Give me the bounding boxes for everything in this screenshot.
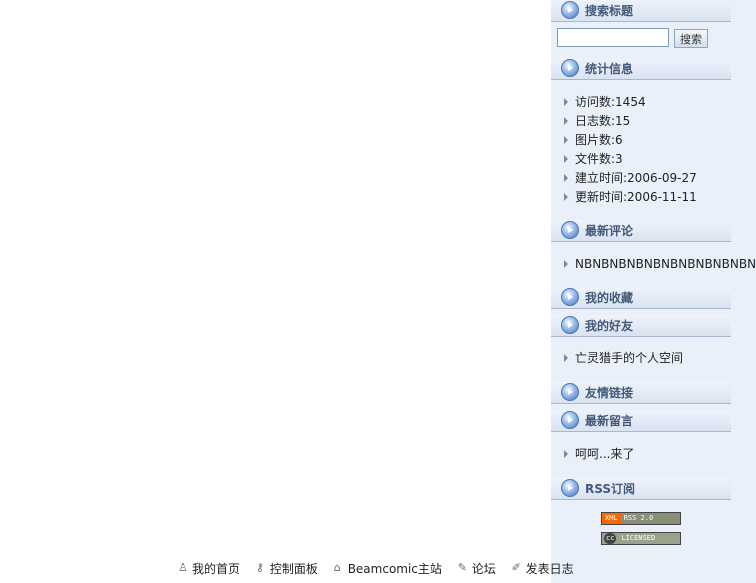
footer-link-main-site[interactable]: ⌂ Beamcomic主站	[334, 560, 442, 577]
key-icon: ⚷	[255, 561, 264, 574]
messages-section: 最新留言	[551, 410, 731, 432]
comments-section-title: 最新评论	[585, 224, 634, 238]
list-item: 访问数:1454	[551, 93, 756, 112]
stats-section-title: 统计信息	[585, 62, 634, 76]
friends-section: 我的好友	[551, 315, 731, 337]
play-orb-icon	[561, 221, 579, 239]
list-item: 图片数:6	[551, 131, 756, 150]
messages-section-title: 最新留言	[585, 414, 634, 428]
messages-list: 呵呵...来了	[551, 445, 756, 464]
cc-license-badge[interactable]: cc LICENSED	[601, 532, 681, 545]
footer-nav: ♙ 我的首页 ⚷ 控制面板 ⌂ Beamcomic主站 ✎ 论坛 ✐ 发表日志	[178, 560, 586, 576]
footer-link-control-panel[interactable]: ⚷ 控制面板	[256, 560, 318, 577]
sidebar: 搜索标题 搜索 统计信息 访问数:1454 日志数:15 图片数:6 文件数:3…	[551, 0, 756, 583]
search-section-title: 搜索标题	[585, 4, 634, 18]
rss-section: RSS订阅	[551, 478, 731, 500]
links-section-header[interactable]: 友情链接	[551, 382, 731, 404]
search-input[interactable]	[557, 28, 669, 47]
speech-bubble-icon: ✎	[457, 561, 467, 574]
list-item: 日志数:15	[551, 112, 756, 131]
stats-section: 统计信息	[551, 58, 731, 80]
favorites-section[interactable]: 我的收藏	[551, 287, 731, 309]
comments-list: NBNBNBNBNBNBNBNBNBNBN...	[551, 255, 756, 274]
friends-section-header: 我的好友	[551, 315, 731, 337]
friends-list: 亡灵猎手的个人空间	[551, 349, 756, 368]
cc-badge-text: LICENSED	[621, 534, 656, 542]
triangle-bullet-icon	[564, 260, 568, 268]
footer-link-new-post[interactable]: ✐ 发表日志	[512, 560, 574, 577]
play-orb-icon	[561, 411, 579, 429]
footer-link-home[interactable]: ♙ 我的首页	[178, 560, 240, 577]
friend-item[interactable]: 亡灵猎手的个人空间	[551, 349, 756, 368]
triangle-bullet-icon	[564, 98, 568, 106]
play-orb-icon	[561, 288, 579, 306]
triangle-bullet-icon	[564, 174, 568, 182]
play-orb-icon	[561, 59, 579, 77]
triangle-bullet-icon	[564, 136, 568, 144]
play-orb-icon	[561, 479, 579, 497]
rss-badge-version: RSS 2.0	[620, 513, 680, 524]
triangle-bullet-icon	[564, 155, 568, 163]
comment-item[interactable]: NBNBNBNBNBNBNBNBNBNBN...	[551, 255, 756, 274]
search-button[interactable]: 搜索	[674, 29, 708, 48]
links-section[interactable]: 友情链接	[551, 382, 731, 404]
play-orb-icon	[561, 1, 579, 19]
rss-section-title: RSS订阅	[585, 482, 635, 496]
rss-badge-xml: XML	[602, 513, 621, 524]
rss-section-header: RSS订阅	[551, 478, 731, 500]
play-orb-icon	[561, 316, 579, 334]
house-icon: ⌂	[333, 561, 341, 574]
triangle-bullet-icon	[564, 193, 568, 201]
links-section-title: 友情链接	[585, 386, 634, 400]
favorites-section-header[interactable]: 我的收藏	[551, 287, 731, 309]
footer-link-forum[interactable]: ✎ 论坛	[458, 560, 496, 577]
list-item: 建立时间:2006-09-27	[551, 169, 756, 188]
comments-section: 最新评论	[551, 220, 731, 242]
favorites-section-title: 我的收藏	[585, 291, 634, 305]
search-section: 搜索标题	[551, 0, 731, 22]
stats-section-header: 统计信息	[551, 58, 731, 80]
search-section-header: 搜索标题	[551, 0, 731, 22]
messages-section-header: 最新留言	[551, 410, 731, 432]
triangle-bullet-icon	[564, 354, 568, 362]
triangle-bullet-icon	[564, 117, 568, 125]
cc-icon: cc	[604, 533, 617, 544]
pencil-icon: ✐	[511, 561, 521, 574]
message-item[interactable]: 呵呵...来了	[551, 445, 756, 464]
triangle-bullet-icon	[564, 450, 568, 458]
list-item: 文件数:3	[551, 150, 756, 169]
list-item: 更新时间:2006-11-11	[551, 188, 756, 207]
user-icon: ♙	[178, 561, 188, 574]
play-orb-icon	[561, 383, 579, 401]
stats-list: 访问数:1454 日志数:15 图片数:6 文件数:3 建立时间:2006-09…	[551, 93, 756, 207]
friends-section-title: 我的好友	[585, 319, 634, 333]
rss-feed-badge[interactable]: XML RSS 2.0	[601, 512, 681, 525]
comments-section-header: 最新评论	[551, 220, 731, 242]
